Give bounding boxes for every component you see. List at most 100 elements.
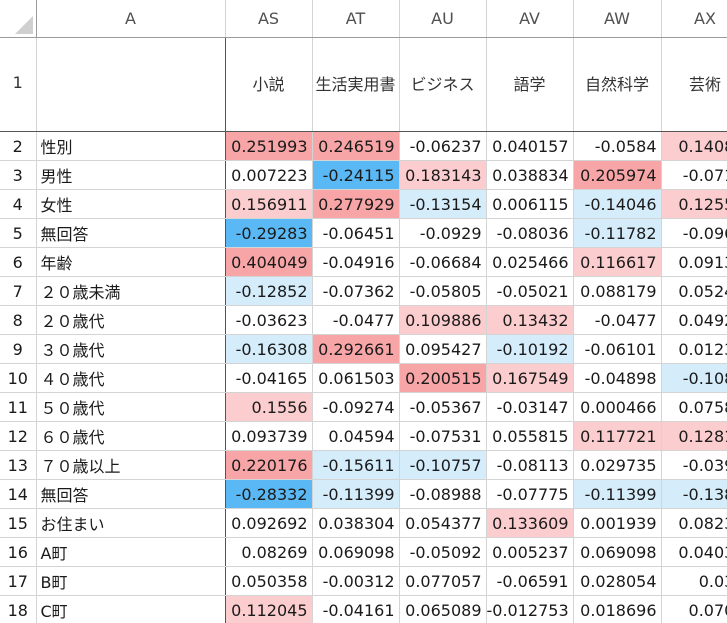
- row-number[interactable]: 8: [0, 305, 37, 335]
- value-cell[interactable]: -0.13154: [399, 189, 487, 219]
- row-label-cell[interactable]: ４０歳代: [36, 363, 226, 393]
- value-cell[interactable]: -0.08113: [486, 450, 574, 480]
- value-cell[interactable]: -0.1381: [661, 479, 727, 509]
- value-cell[interactable]: 0.028054: [573, 566, 662, 596]
- value-cell[interactable]: -0.06101: [573, 334, 662, 364]
- value-cell[interactable]: 0.13432: [486, 305, 574, 335]
- row-label-cell[interactable]: 無回答: [36, 479, 226, 509]
- row-number[interactable]: 11: [0, 392, 37, 422]
- value-cell[interactable]: 0.038: [661, 566, 727, 596]
- value-cell[interactable]: 0.088179: [573, 276, 662, 306]
- value-cell[interactable]: 0.065089: [399, 595, 487, 623]
- value-cell[interactable]: -0.09274: [312, 392, 400, 422]
- header-cell[interactable]: 生活実用書: [312, 37, 400, 132]
- header-cell[interactable]: 小説: [225, 37, 313, 132]
- value-cell[interactable]: -0.10757: [399, 450, 487, 480]
- value-cell[interactable]: 0.040157: [486, 131, 574, 161]
- value-cell[interactable]: -0.06684: [399, 247, 487, 277]
- row-number[interactable]: 3: [0, 160, 37, 190]
- value-cell[interactable]: 0.054377: [399, 508, 487, 538]
- cell-a1[interactable]: [36, 37, 226, 132]
- value-cell[interactable]: -0.07362: [312, 276, 400, 306]
- value-cell[interactable]: -0.0477: [573, 305, 662, 335]
- value-cell[interactable]: 0.018696: [573, 595, 662, 623]
- row-label-cell[interactable]: 男性: [36, 160, 226, 190]
- row-number[interactable]: 15: [0, 508, 37, 538]
- row-number[interactable]: 7: [0, 276, 37, 306]
- row-label-cell[interactable]: C町: [36, 595, 226, 623]
- value-cell[interactable]: 0.277929: [312, 189, 400, 219]
- value-cell[interactable]: 0.133609: [486, 508, 574, 538]
- column-header-av[interactable]: AV: [486, 0, 574, 38]
- value-cell[interactable]: 0.167549: [486, 363, 574, 393]
- value-cell[interactable]: 0.112045: [225, 595, 313, 623]
- value-cell[interactable]: -0.14046: [573, 189, 662, 219]
- value-cell[interactable]: -0.03147: [486, 392, 574, 422]
- value-cell[interactable]: -0.07531: [399, 421, 487, 451]
- value-cell[interactable]: -0.12852: [225, 276, 313, 306]
- row-number[interactable]: 4: [0, 189, 37, 219]
- value-cell[interactable]: 0.08233: [661, 508, 727, 538]
- row-label-cell[interactable]: 無回答: [36, 218, 226, 248]
- value-cell[interactable]: -0.06591: [486, 566, 574, 596]
- row-label-cell[interactable]: ３０歳代: [36, 334, 226, 364]
- value-cell[interactable]: 0.14085: [661, 131, 727, 161]
- value-cell[interactable]: -0.07775: [486, 479, 574, 509]
- row-number[interactable]: 14: [0, 479, 37, 509]
- value-cell[interactable]: 0.404049: [225, 247, 313, 277]
- value-cell[interactable]: -0.11399: [573, 479, 662, 509]
- row-label-cell[interactable]: ５０歳代: [36, 392, 226, 422]
- value-cell[interactable]: -0.11782: [573, 218, 662, 248]
- value-cell[interactable]: 0.08269: [225, 537, 313, 567]
- value-cell[interactable]: 0.183143: [399, 160, 487, 190]
- value-cell[interactable]: 0.05240: [661, 276, 727, 306]
- value-cell[interactable]: -0.0584: [573, 131, 662, 161]
- row-label-cell[interactable]: ６０歳代: [36, 421, 226, 451]
- value-cell[interactable]: -0.28332: [225, 479, 313, 509]
- value-cell[interactable]: 0.292661: [312, 334, 400, 364]
- row-label-cell[interactable]: ７０歳以上: [36, 450, 226, 480]
- value-cell[interactable]: -0.0714: [661, 160, 727, 190]
- value-cell[interactable]: 0.220176: [225, 450, 313, 480]
- value-cell[interactable]: 0.093739: [225, 421, 313, 451]
- value-cell[interactable]: 0.205974: [573, 160, 662, 190]
- value-cell[interactable]: -0.0477: [312, 305, 400, 335]
- value-cell[interactable]: 0.04594: [312, 421, 400, 451]
- row-number[interactable]: 1: [0, 37, 37, 132]
- header-cell[interactable]: 芸術: [661, 37, 727, 132]
- value-cell[interactable]: -0.29283: [225, 218, 313, 248]
- value-cell[interactable]: 0.005237: [486, 537, 574, 567]
- row-label-cell[interactable]: A町: [36, 537, 226, 567]
- value-cell[interactable]: 0.12818: [661, 421, 727, 451]
- value-cell[interactable]: -0.11399: [312, 479, 400, 509]
- column-header-at[interactable]: AT: [312, 0, 400, 38]
- value-cell[interactable]: -0.03623: [225, 305, 313, 335]
- value-cell[interactable]: 0.061503: [312, 363, 400, 393]
- value-cell[interactable]: 0.000466: [573, 392, 662, 422]
- value-cell[interactable]: -0.04898: [573, 363, 662, 393]
- value-cell[interactable]: -0.05805: [399, 276, 487, 306]
- value-cell[interactable]: -0.06237: [399, 131, 487, 161]
- row-label-cell[interactable]: 女性: [36, 189, 226, 219]
- value-cell[interactable]: -0.10192: [486, 334, 574, 364]
- value-cell[interactable]: 0.050358: [225, 566, 313, 596]
- value-cell[interactable]: 0.025466: [486, 247, 574, 277]
- row-number[interactable]: 16: [0, 537, 37, 567]
- value-cell[interactable]: -0.16308: [225, 334, 313, 364]
- value-cell[interactable]: 0.038834: [486, 160, 574, 190]
- row-number[interactable]: 17: [0, 566, 37, 596]
- value-cell[interactable]: 0.156911: [225, 189, 313, 219]
- row-number[interactable]: 6: [0, 247, 37, 277]
- value-cell[interactable]: 0.04032: [661, 537, 727, 567]
- value-cell[interactable]: 0.1556: [225, 392, 313, 422]
- value-cell[interactable]: -0.04161: [312, 595, 400, 623]
- value-cell[interactable]: -0.00312: [312, 566, 400, 596]
- row-label-cell[interactable]: ２０歳代: [36, 305, 226, 335]
- value-cell[interactable]: -0.05092: [399, 537, 487, 567]
- header-cell[interactable]: 自然科学: [573, 37, 662, 132]
- value-cell[interactable]: -0.24115: [312, 160, 400, 190]
- value-cell[interactable]: 0.038304: [312, 508, 400, 538]
- row-number[interactable]: 5: [0, 218, 37, 248]
- value-cell[interactable]: -0.012753: [486, 595, 574, 623]
- value-cell[interactable]: 0.077057: [399, 566, 487, 596]
